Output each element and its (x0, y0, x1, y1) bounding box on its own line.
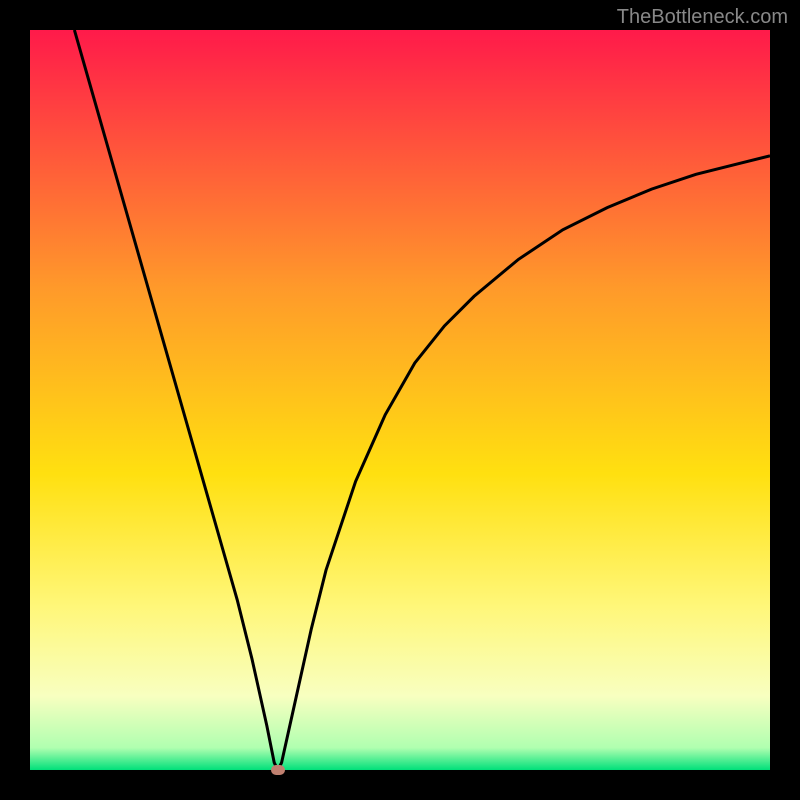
gradient-background (30, 30, 770, 770)
chart-plot-area (30, 30, 770, 770)
bottleneck-curve (74, 30, 770, 770)
watermark-text: TheBottleneck.com (617, 6, 788, 29)
chart-svg (30, 30, 770, 770)
optimal-point-marker (271, 765, 285, 775)
